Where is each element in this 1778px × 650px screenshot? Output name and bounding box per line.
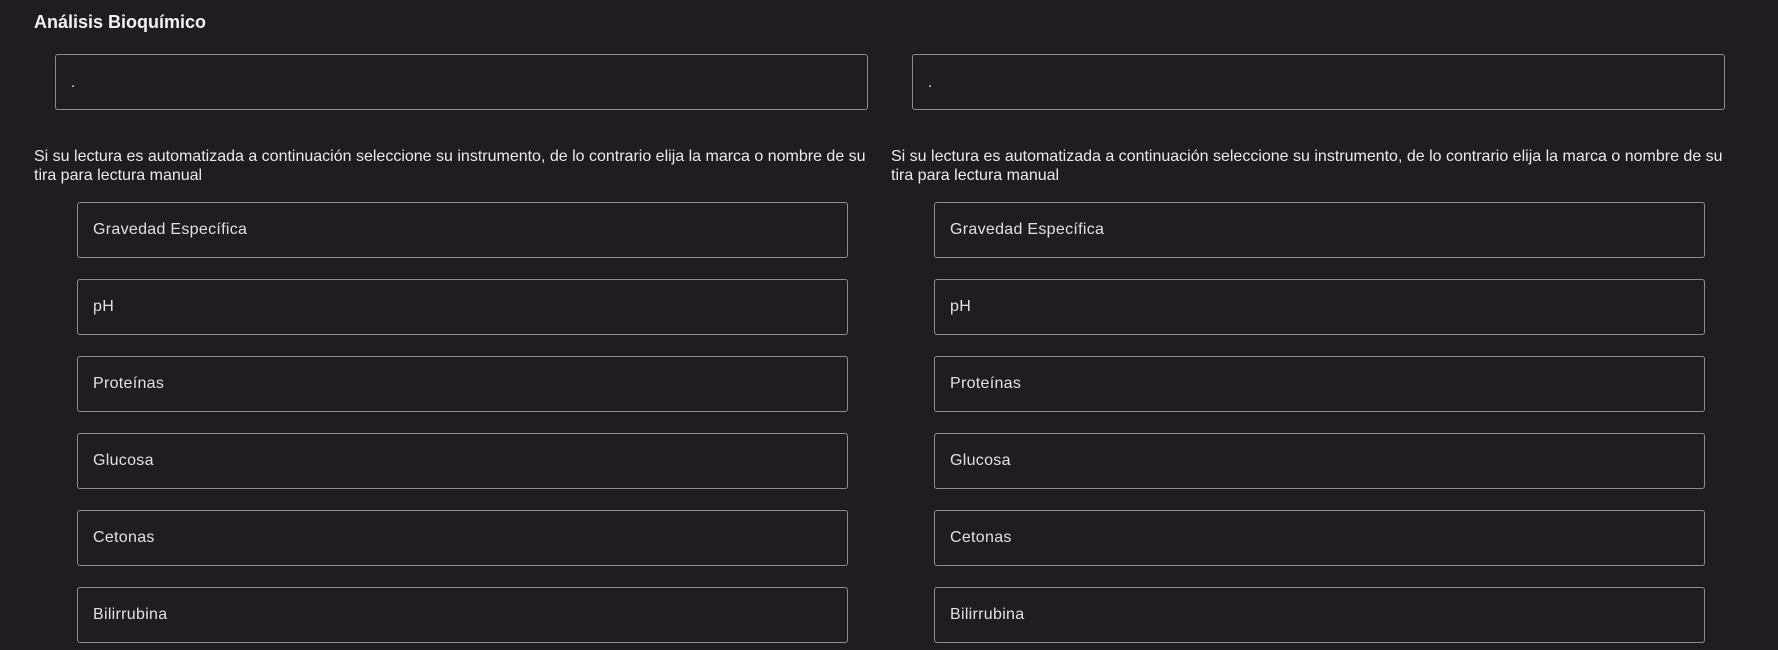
param-field-glucosa[interactable]: Glucosa: [77, 433, 848, 489]
param-field-bilirrubina[interactable]: Bilirrubina: [77, 587, 848, 643]
instrument-field-right[interactable]: .: [912, 54, 1725, 110]
param-field-proteinas[interactable]: Proteínas: [77, 356, 848, 412]
left-column: . Si su lectura es automatizada a contin…: [0, 0, 868, 650]
instruction-text-left: Si su lectura es automatizada a continua…: [34, 148, 866, 184]
param-field-gravedad-especifica[interactable]: Gravedad Específica: [77, 202, 848, 258]
param-field-glucosa[interactable]: Glucosa: [934, 433, 1705, 489]
param-field-ph[interactable]: pH: [934, 279, 1705, 335]
param-field-proteinas[interactable]: Proteínas: [934, 356, 1705, 412]
right-column: . Si su lectura es automatizada a contin…: [857, 0, 1725, 650]
instruction-text-right: Si su lectura es automatizada a continua…: [891, 148, 1723, 184]
param-field-bilirrubina[interactable]: Bilirrubina: [934, 587, 1705, 643]
param-field-ph[interactable]: pH: [77, 279, 848, 335]
instrument-field-left[interactable]: .: [55, 54, 868, 110]
param-field-cetonas[interactable]: Cetonas: [77, 510, 848, 566]
param-field-cetonas[interactable]: Cetonas: [934, 510, 1705, 566]
page: Análisis Bioquímico . Si su lectura es a…: [0, 0, 1778, 650]
param-field-gravedad-especifica[interactable]: Gravedad Específica: [934, 202, 1705, 258]
